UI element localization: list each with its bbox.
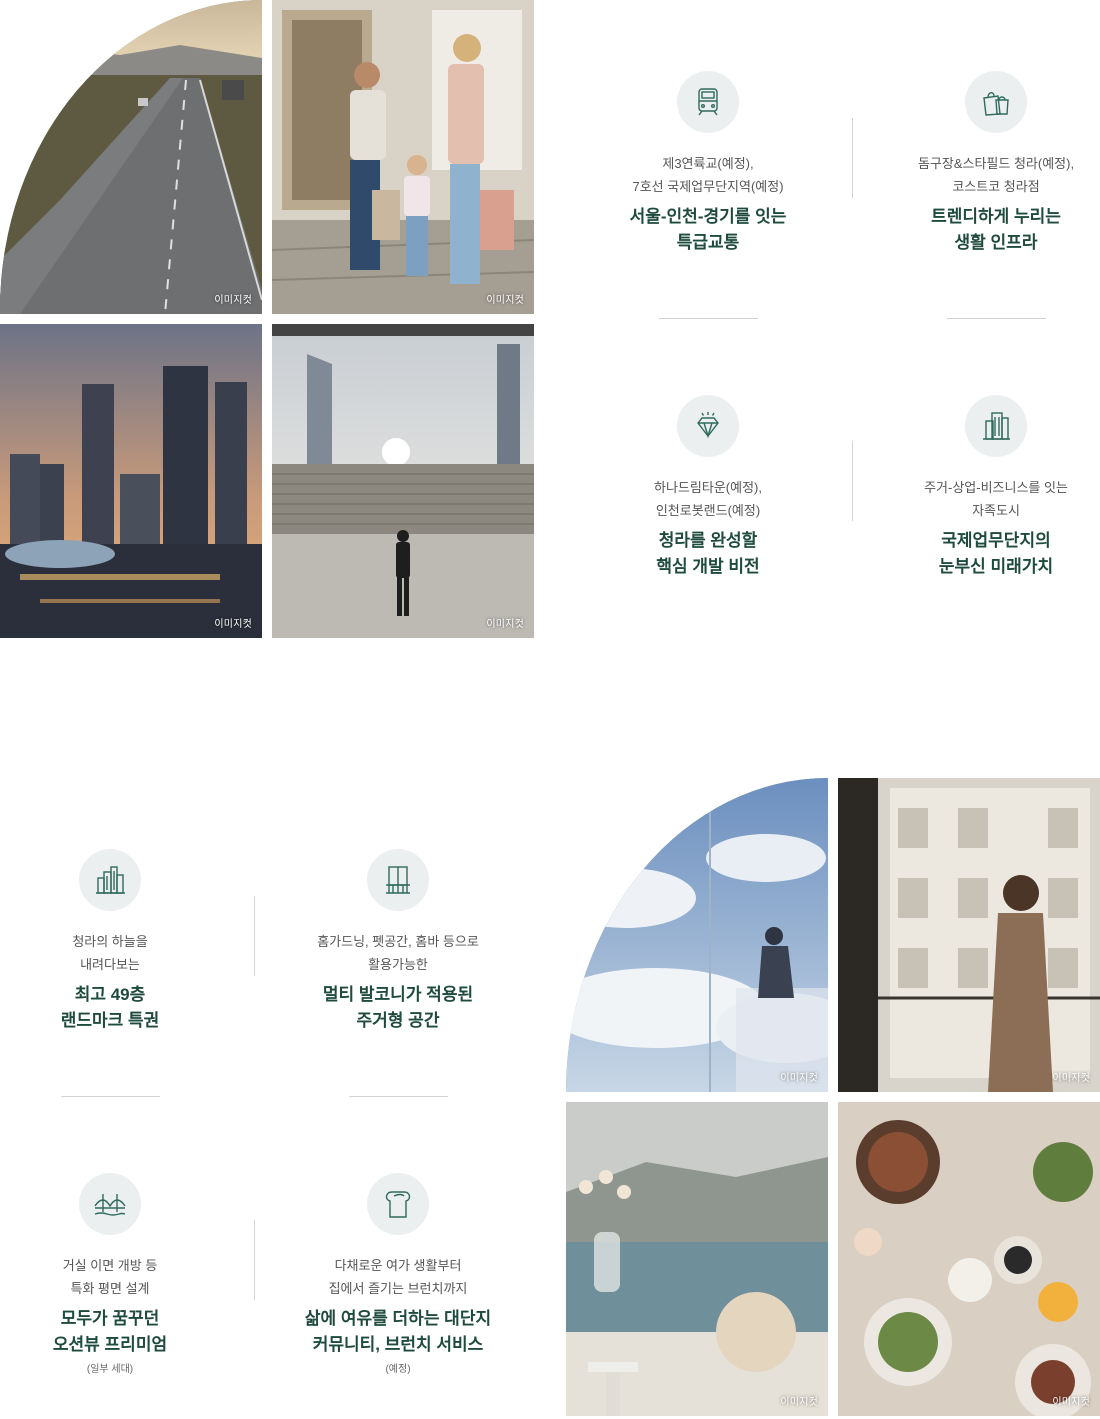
feature-landmark: 청라의 하늘을 내려다보는 최고 49층 랜드마크 특권 <box>0 849 254 1034</box>
feature-desc: 하나드림타운(예정), 인천로봇랜드(예정) <box>654 480 762 518</box>
diamond-icon <box>677 395 739 457</box>
woman-balcony-photo: 이미지컷 <box>838 778 1100 1092</box>
balcony-window-icon <box>367 849 429 911</box>
brunch-illustration <box>838 1102 1100 1416</box>
ocean-illustration <box>566 1102 828 1416</box>
feature-desc: 돔구장&스타필드 청라(예정), 코스트코 청라점 <box>917 156 1075 194</box>
bread-icon <box>367 1173 429 1235</box>
feature-oceanview: 거실 이면 개방 등 특화 평면 설계 모두가 꿈꾸던 오션뷰 프리미엄 (일부… <box>0 1173 254 1375</box>
divider-vertical <box>254 1220 255 1300</box>
skyline-illustration <box>0 324 262 638</box>
divider-horizontal <box>61 1096 160 1097</box>
shopping-bags-icon <box>965 71 1027 133</box>
brunch-table-photo: 이미지컷 <box>838 1102 1100 1416</box>
balcony-illustration <box>838 778 1100 1092</box>
image-caption: 이미지컷 <box>1052 1073 1090 1084</box>
feature-note: (예정) <box>385 1364 411 1375</box>
divider-vertical <box>852 118 853 198</box>
sky-illustration <box>566 778 828 1092</box>
feature-community: 다채로운 여가 생활부터 집에서 즐기는 브런치까지 삶에 여유를 더하는 대단… <box>254 1173 542 1375</box>
feature-desc: 주거-상업-비즈니스를 잇는 자족도시 <box>924 480 1068 518</box>
highway-illustration <box>0 0 262 314</box>
divider-horizontal <box>349 1096 448 1097</box>
city-skyline-icon <box>79 849 141 911</box>
image-caption: 이미지컷 <box>214 295 252 306</box>
image-caption: 이미지컷 <box>486 295 524 306</box>
bridge-icon <box>79 1173 141 1235</box>
divider-horizontal <box>659 318 758 319</box>
image-caption: 이미지컷 <box>780 1397 818 1408</box>
family-illustration <box>272 0 534 314</box>
feature-desc: 홈가드닝, 펫공간, 홈바 등으로 활용가능한 <box>317 934 479 972</box>
train-icon <box>677 71 739 133</box>
feature-desc: 다채로운 여가 생활부터 집에서 즐기는 브런치까지 <box>328 1258 468 1296</box>
feature-desc: 거실 이면 개방 등 특화 평면 설계 <box>62 1258 158 1296</box>
ocean-view-photo: 이미지컷 <box>566 1102 828 1416</box>
feature-heading: 트렌디하게 누리는 생활 인프라 <box>931 207 1061 252</box>
image-caption: 이미지컷 <box>1052 1397 1090 1408</box>
businessman-stairs-photo: 이미지컷 <box>272 324 534 638</box>
feature-note: (일부 세대) <box>86 1364 134 1375</box>
image-caption: 이미지컷 <box>486 619 524 630</box>
feature-infra: 돔구장&스타필드 청라(예정), 코스트코 청라점 트렌디하게 누리는 생활 인… <box>852 71 1100 256</box>
feature-heading: 삶에 여유를 더하는 대단지 커뮤니티, 브런치 서비스 <box>304 1309 492 1354</box>
divider-horizontal <box>947 318 1046 319</box>
family-shopping-photo: 이미지컷 <box>272 0 534 314</box>
image-caption: 이미지컷 <box>214 619 252 630</box>
feature-vision: 하나드림타운(예정), 인천로봇랜드(예정) 청라를 완성할 핵심 개발 비전 <box>564 395 852 580</box>
divider-vertical <box>852 441 853 521</box>
highway-photo: 이미지컷 <box>0 0 262 314</box>
feature-heading: 서울-인천-경기를 잇는 특급교통 <box>629 207 787 252</box>
feature-desc: 청라의 하늘을 내려다보는 <box>72 934 148 972</box>
feature-heading: 멀티 발코니가 적용된 주거형 공간 <box>322 985 474 1030</box>
sky-reflection-photo: 이미지컷 <box>566 778 828 1092</box>
feature-heading: 모두가 꿈꾸던 오션뷰 프리미엄 <box>52 1309 168 1354</box>
office-buildings-icon <box>965 395 1027 457</box>
feature-heading: 청라를 완성할 핵심 개발 비전 <box>656 531 760 576</box>
divider-vertical <box>254 896 255 976</box>
city-skyline-dusk-photo: 이미지컷 <box>0 324 262 638</box>
image-caption: 이미지컷 <box>780 1073 818 1084</box>
stairs-illustration <box>272 324 534 638</box>
feature-heading: 최고 49층 랜드마크 특권 <box>60 985 160 1030</box>
feature-business: 주거-상업-비즈니스를 잇는 자족도시 국제업무단지의 눈부신 미래가치 <box>852 395 1100 580</box>
feature-heading: 국제업무단지의 눈부신 미래가치 <box>938 531 1054 576</box>
feature-transport: 제3연륙교(예정), 7호선 국제업무단지역(예정) 서울-인천-경기를 잇는 … <box>564 71 852 256</box>
feature-balcony: 홈가드닝, 펫공간, 홈바 등으로 활용가능한 멀티 발코니가 적용된 주거형 … <box>254 849 542 1034</box>
feature-desc: 제3연륙교(예정), 7호선 국제업무단지역(예정) <box>632 156 784 194</box>
